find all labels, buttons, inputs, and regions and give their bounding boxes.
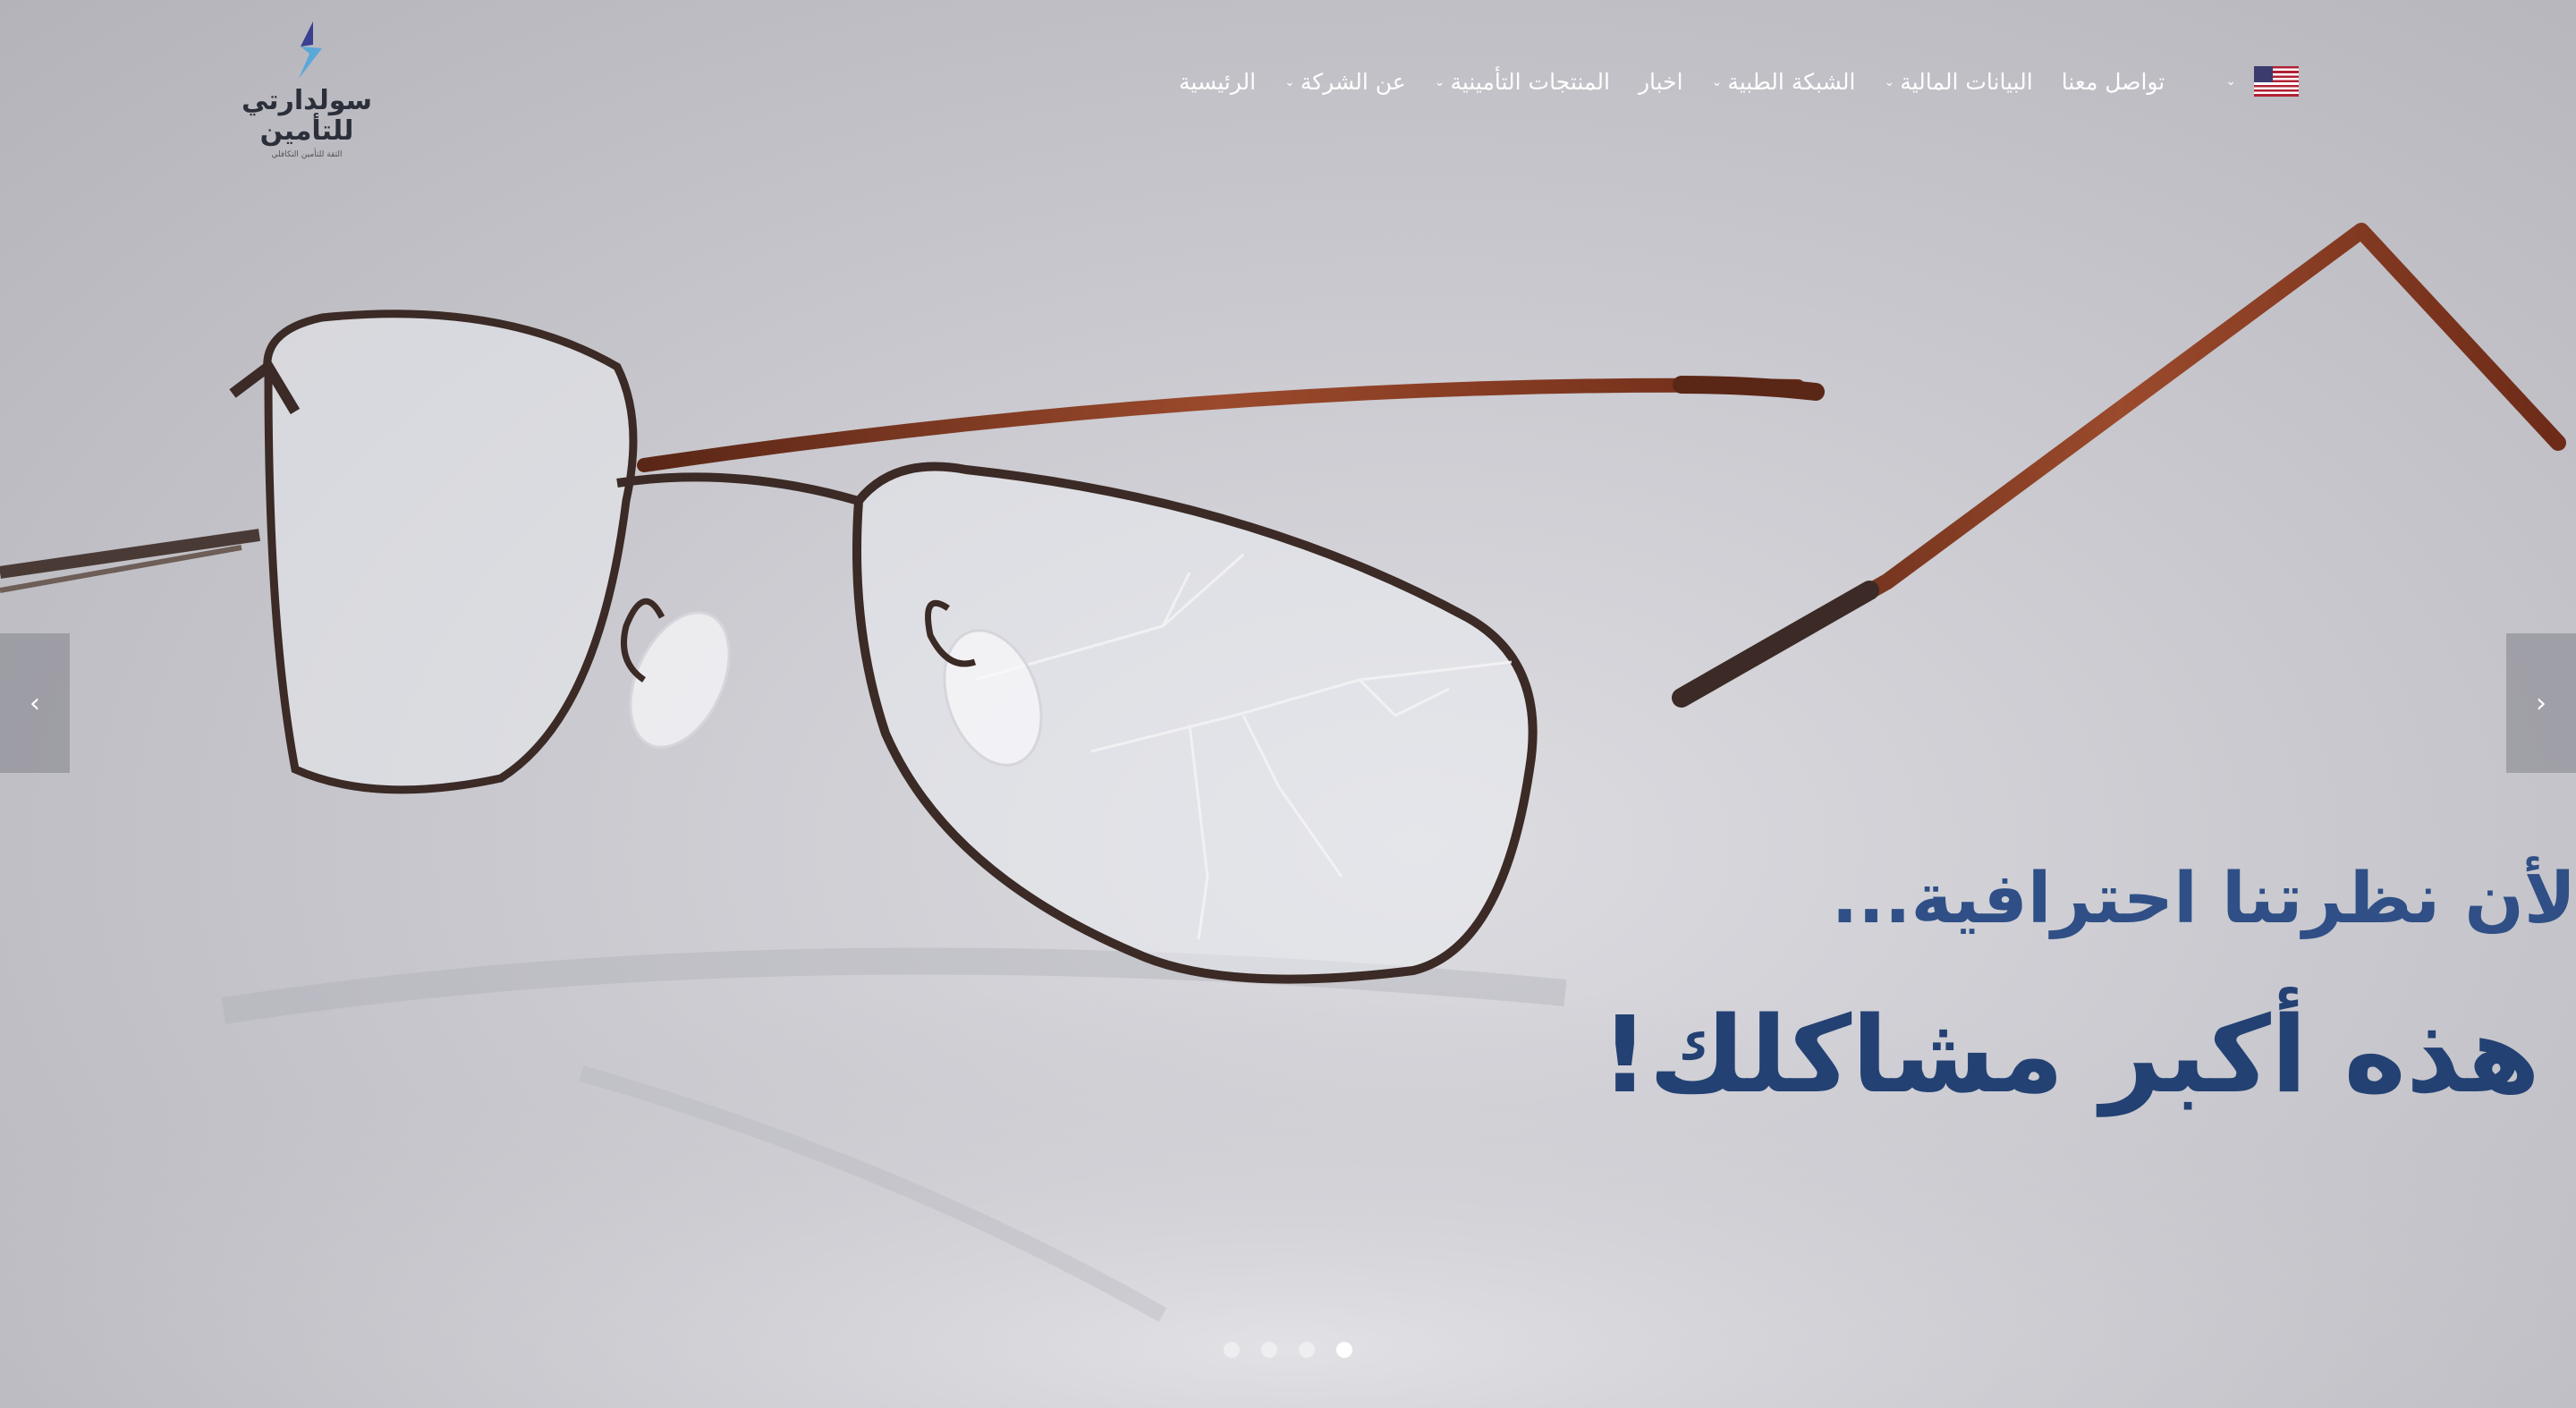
slider-dot[interactable] <box>1261 1342 1277 1358</box>
chevron-down-icon: ⌄ <box>1884 75 1895 89</box>
slider-dot-active[interactable] <box>1336 1342 1352 1358</box>
nav-item-contact[interactable]: تواصل معنا <box>2047 69 2180 95</box>
language-switcher[interactable]: ⌄ <box>2216 66 2308 97</box>
glasses-image <box>0 223 2576 1408</box>
slide-headline-line2: هذه أكبر مشاكلك! <box>1600 993 2540 1116</box>
nav-item-label: تواصل معنا <box>2061 68 2165 95</box>
nav-item-insurance-products[interactable]: المنتجات التأمينية ⌄ <box>1420 69 1624 95</box>
slider-prev-button[interactable]: ‹ <box>0 633 70 773</box>
logo-tagline: الثقة للتأمين التكافلي <box>271 150 343 159</box>
chevron-down-icon: ⌄ <box>2225 74 2236 89</box>
nav-item-about[interactable]: عن الشركة ⌄ <box>1270 69 1420 95</box>
chevron-left-icon: ‹ <box>30 687 40 719</box>
chevron-down-icon: ⌄ <box>1434 75 1445 89</box>
slider-next-button[interactable]: › <box>2506 633 2576 773</box>
chevron-down-icon: ⌄ <box>1711 75 1723 89</box>
nav-item-news[interactable]: اخبار <box>1624 69 1698 95</box>
nav-item-label: اخبار <box>1638 68 1683 95</box>
logo-mark-icon <box>299 21 322 79</box>
slide-headline-line1: لأن نظرتنا احترافية... <box>1831 859 2576 939</box>
company-logo[interactable]: سولدارتي للتأمين الثقة للتأمين التكافلي <box>240 20 374 172</box>
main-navigation: الرئيسية عن الشركة ⌄ المنتجات التأمينية … <box>1165 59 2308 104</box>
nav-item-medical-network[interactable]: الشبكة الطبية ⌄ <box>1698 69 1870 95</box>
logo-name-line2: للتأمين <box>259 115 354 147</box>
slider-dot[interactable] <box>1299 1342 1315 1358</box>
nav-item-label: الشبكة الطبية <box>1727 68 1856 95</box>
slider-pagination <box>1224 1342 1352 1358</box>
nav-item-home[interactable]: الرئيسية <box>1165 69 1270 95</box>
nav-item-label: المنتجات التأمينية <box>1450 68 1610 95</box>
logo-name-line1: سولدارتي <box>241 85 373 116</box>
slider-dot[interactable] <box>1224 1342 1240 1358</box>
nav-item-label: عن الشركة <box>1300 68 1406 95</box>
chevron-down-icon: ⌄ <box>1284 75 1295 89</box>
nav-item-financial-data[interactable]: البيانات المالية ⌄ <box>1869 69 2046 95</box>
us-flag-icon <box>2254 66 2299 97</box>
nav-item-label: الرئيسية <box>1179 68 1257 95</box>
nav-item-label: البيانات المالية <box>1900 68 2033 95</box>
hero-slider <box>0 0 2576 1408</box>
chevron-right-icon: › <box>2536 687 2546 719</box>
